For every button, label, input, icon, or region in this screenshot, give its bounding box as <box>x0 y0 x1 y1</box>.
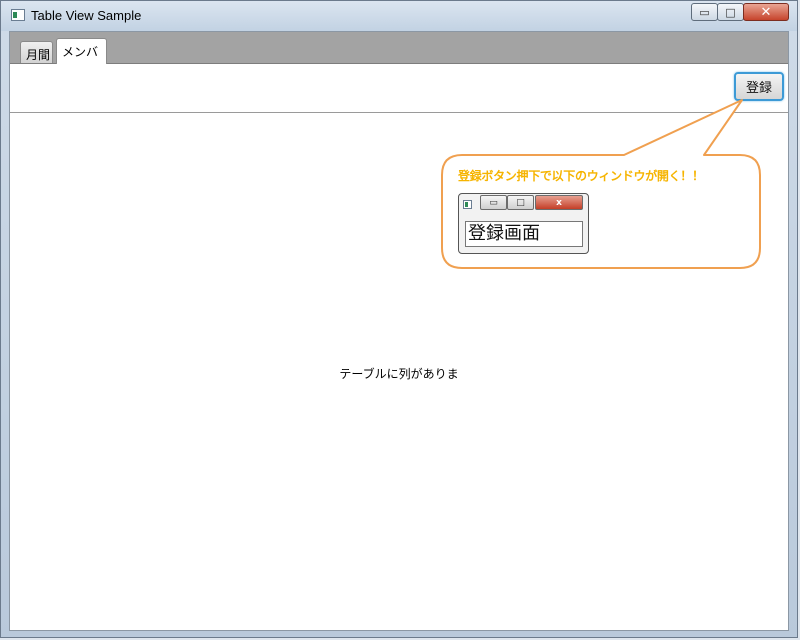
title-bar[interactable]: Table View Sample ▭ □ ✕ <box>1 1 797 31</box>
register-window-preview: ▭ □ x 登録画面 <box>458 193 589 254</box>
table-placeholder: テーブルに列がありま <box>339 367 459 381</box>
tab-monthly[interactable]: 月間 <box>20 41 53 63</box>
annotation-text: 登録ボタン押下で以下のウィンドウが開く！！ <box>458 169 704 183</box>
mini-maximize-icon: □ <box>507 195 534 210</box>
mini-minimize-icon: ▭ <box>480 195 507 210</box>
tab-strip: 月間 メンバ <box>10 32 788 64</box>
minimize-icon: ▭ <box>699 5 710 19</box>
mini-window-icon <box>463 200 472 209</box>
toolbar: 登録 <box>10 64 788 113</box>
maximize-icon: □ <box>725 5 736 19</box>
window-title: Table View Sample <box>31 8 142 23</box>
close-button[interactable]: ✕ <box>743 3 789 21</box>
register-button[interactable]: 登録 <box>734 72 784 101</box>
tab-members[interactable]: メンバ <box>56 38 107 64</box>
table-view[interactable]: テーブルに列がありま <box>10 113 788 630</box>
mini-close-icon: x <box>535 195 583 210</box>
app-window-icon <box>11 9 25 21</box>
client-area: 月間 メンバ 登録 テーブルに列がありま <box>9 31 789 631</box>
main-window: Table View Sample ▭ □ ✕ 月間 メンバ 登録 テーブルに列… <box>0 0 798 638</box>
maximize-button[interactable]: □ <box>717 3 744 21</box>
minimize-button[interactable]: ▭ <box>691 3 718 21</box>
register-screen-label: 登録画面 <box>465 221 583 247</box>
close-icon: ✕ <box>760 4 772 20</box>
